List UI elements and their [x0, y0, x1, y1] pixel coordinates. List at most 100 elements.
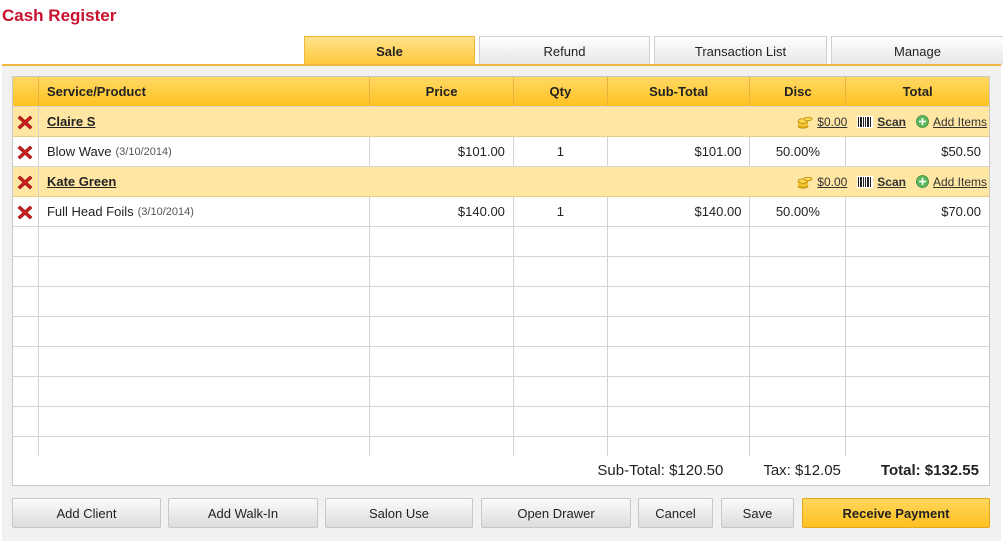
empty-row: [13, 287, 989, 317]
empty-cell: [370, 377, 514, 406]
empty-cell: [608, 407, 751, 436]
scan-link[interactable]: Scan: [857, 175, 906, 189]
item-service-cell: Full Head Foils (3/10/2014): [39, 197, 371, 226]
item-date: (3/10/2014): [137, 205, 194, 218]
salon-use-button[interactable]: Salon Use: [325, 498, 473, 528]
item-discount[interactable]: 50.00%: [750, 197, 847, 226]
header-disc: Disc: [750, 77, 847, 106]
item-total: $50.50: [941, 144, 981, 159]
barcode-icon: [857, 115, 874, 128]
item-date: (3/10/2014): [115, 145, 172, 158]
empty-cell: [846, 317, 989, 346]
empty-cell: [750, 257, 847, 286]
client-actions: $0.00 Scan Add Items: [769, 107, 989, 136]
open-drawer-button[interactable]: Open Drawer: [481, 498, 631, 528]
totals-summary: Sub-Total: $120.50 Tax: $12.05 Total: $1…: [12, 456, 990, 486]
empty-cell: [750, 227, 847, 256]
add-circle-icon: [916, 115, 929, 128]
delete-item-button[interactable]: [13, 137, 39, 166]
empty-cell: [514, 407, 608, 436]
empty-cell: [514, 227, 608, 256]
empty-cell: [608, 347, 751, 376]
delete-icon: [18, 175, 33, 189]
summary-tax: Tax: $12.05: [763, 462, 841, 479]
barcode-icon: [857, 175, 874, 188]
add-client-button[interactable]: Add Client: [12, 498, 161, 528]
empty-cell: [608, 227, 751, 256]
add-items-link[interactable]: Add Items: [916, 175, 987, 189]
client-row: Claire S $0.00 Scan Add Items: [13, 107, 989, 137]
empty-cell: [370, 227, 514, 256]
tab-sale[interactable]: Sale: [304, 36, 475, 65]
client-cell: Kate Green: [39, 167, 770, 196]
empty-cell: [39, 257, 371, 286]
discount-amount-link[interactable]: $0.00: [797, 115, 847, 129]
item-subtotal: $101.00: [608, 137, 751, 166]
item-service-cell: Blow Wave (3/10/2014): [39, 137, 371, 166]
empty-cell: [370, 407, 514, 436]
empty-cell: [39, 317, 371, 346]
empty-cell: [39, 227, 371, 256]
header-price: Price: [370, 77, 514, 106]
sale-grid: Service/Product Price Qty Sub-Total Disc…: [12, 76, 990, 468]
delete-client-button[interactable]: [13, 167, 39, 196]
coins-icon: [797, 116, 813, 129]
empty-row: [13, 317, 989, 347]
item-name: Blow Wave: [46, 144, 112, 159]
client-name-link[interactable]: Kate Green: [47, 174, 116, 189]
client-name-link[interactable]: Claire S: [47, 114, 95, 129]
empty-cell: [514, 377, 608, 406]
empty-cell: [39, 407, 371, 436]
empty-cell: [750, 347, 847, 376]
empty-row: [13, 377, 989, 407]
header-subtotal: Sub-Total: [608, 77, 751, 106]
empty-cell: [370, 347, 514, 376]
tab-refund[interactable]: Refund: [479, 36, 650, 65]
scan-link[interactable]: Scan: [857, 115, 906, 129]
tab-manage[interactable]: Manage: [831, 36, 1003, 65]
empty-cell: [13, 347, 39, 376]
empty-cell: [846, 377, 989, 406]
empty-cell: [846, 287, 989, 316]
summary-total: Total: $132.55: [880, 462, 979, 479]
item-name: Full Head Foils: [46, 204, 134, 219]
empty-cell: [846, 347, 989, 376]
discount-amount-link[interactable]: $0.00: [797, 175, 847, 189]
delete-icon: [18, 115, 33, 129]
empty-cell: [846, 227, 989, 256]
header-service: Service/Product: [39, 77, 371, 106]
add-walkin-button[interactable]: Add Walk-In: [168, 498, 318, 528]
empty-cell: [13, 407, 39, 436]
empty-cell: [846, 407, 989, 436]
add-items-label: Add Items: [932, 114, 988, 129]
coins-icon: [797, 176, 813, 189]
item-price[interactable]: $140.00: [370, 197, 514, 226]
empty-row: [13, 347, 989, 377]
empty-cell: [370, 287, 514, 316]
empty-cell: [846, 257, 989, 286]
item-qty[interactable]: 1: [514, 197, 608, 226]
empty-cell: [750, 287, 847, 316]
empty-cell: [13, 287, 39, 316]
save-button[interactable]: Save: [721, 498, 794, 528]
cancel-button[interactable]: Cancel: [638, 498, 713, 528]
delete-client-button[interactable]: [13, 107, 39, 136]
receive-payment-button[interactable]: Receive Payment: [802, 498, 990, 528]
empty-cell: [514, 317, 608, 346]
summary-subtotal: Sub-Total: $120.50: [597, 462, 724, 479]
discount-amount: $0.00: [817, 174, 848, 189]
add-items-link[interactable]: Add Items: [916, 115, 987, 129]
sale-panel: Service/Product Price Qty Sub-Total Disc…: [2, 66, 1001, 541]
header-total: Total: [902, 84, 933, 99]
item-price[interactable]: $101.00: [370, 137, 514, 166]
item-qty[interactable]: 1: [514, 137, 608, 166]
delete-icon: [18, 145, 33, 159]
item-row: Full Head Foils (3/10/2014) $140.00 1 $1…: [13, 197, 989, 227]
delete-item-button[interactable]: [13, 197, 39, 226]
item-row: Blow Wave (3/10/2014) $101.00 1 $101.00 …: [13, 137, 989, 167]
header-qty: Qty: [514, 77, 608, 106]
tab-transaction-list[interactable]: Transaction List: [654, 36, 827, 65]
empty-cell: [750, 317, 847, 346]
empty-cell: [39, 287, 371, 316]
item-discount[interactable]: 50.00%: [750, 137, 847, 166]
